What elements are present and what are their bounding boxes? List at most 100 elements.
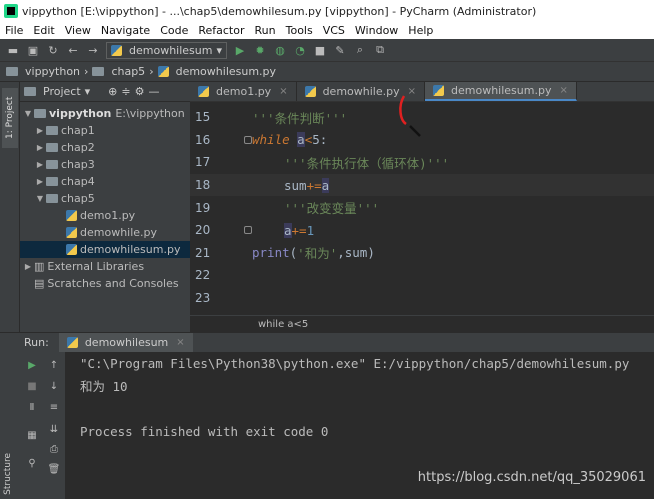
menu-navigate[interactable]: Navigate (96, 24, 155, 37)
python-file-icon (66, 210, 77, 221)
tree-folder-chap3[interactable]: ▶ chap3 (20, 156, 190, 173)
run-config-label: demowhilesum (129, 43, 213, 57)
code-line[interactable]: 20 a += 1 (190, 219, 654, 242)
code-line[interactable]: 21 print('和为' ,sum) (190, 242, 654, 265)
python-file-icon (66, 244, 77, 255)
python-file-icon (111, 44, 122, 56)
back-icon[interactable]: ← (66, 43, 80, 57)
sync-icon[interactable]: ↻ (46, 43, 60, 57)
tree-external-label: External Libraries (47, 260, 145, 273)
save-icon[interactable]: ▣ (26, 43, 40, 57)
tree-folder-chap4[interactable]: ▶ chap4 (20, 173, 190, 190)
pause-icon[interactable]: Ⅱ (25, 400, 39, 414)
print-icon[interactable]: ⎙ (47, 442, 61, 456)
tree-file-demowhilesum[interactable]: demowhilesum.py (20, 241, 190, 258)
nav-project[interactable]: vippython (25, 65, 80, 78)
soft-wrap-icon[interactable]: ≡ (47, 400, 61, 414)
python-file-icon (66, 227, 77, 238)
forward-icon[interactable]: → (86, 43, 100, 57)
tree-file-label: demowhilesum.py (80, 243, 181, 256)
open-folder-icon[interactable]: ▬ (6, 43, 20, 57)
tree-folder-chap2[interactable]: ▶ chap2 (20, 139, 190, 156)
scroll-to-end-icon[interactable]: ⇊ (47, 422, 61, 436)
tree-folder-chap5[interactable]: ▼ chap5 (20, 190, 190, 207)
run-tab[interactable]: demowhilesum × (58, 332, 193, 353)
nav-file[interactable]: demowhilesum.py (176, 65, 276, 78)
chevron-right-icon[interactable]: ▶ (34, 177, 46, 186)
tree-scratches[interactable]: ▤ Scratches and Consoles (20, 275, 190, 292)
menu-run[interactable]: Run (250, 24, 281, 37)
menu-edit[interactable]: Edit (28, 24, 59, 37)
menu-code[interactable]: Code (155, 24, 193, 37)
menu-file[interactable]: File (0, 24, 28, 37)
chevron-down-icon[interactable]: ▼ (22, 109, 34, 118)
chevron-right-icon: › (84, 65, 89, 78)
tree-folder-label: chap5 (61, 192, 95, 205)
line-number: 19 (195, 200, 211, 215)
menu-tools[interactable]: Tools (281, 24, 318, 37)
code-line-current[interactable]: 18 sum += a (190, 173, 654, 197)
rerun-icon[interactable]: ▶ (25, 358, 39, 372)
tree-file-demowhile[interactable]: demowhile.py (20, 224, 190, 241)
menu-refactor[interactable]: Refactor (193, 24, 249, 37)
profile-icon[interactable]: ◔ (293, 43, 307, 57)
tree-folder-chap1[interactable]: ▶ chap1 (20, 122, 190, 139)
stop-icon[interactable]: ■ (25, 379, 39, 393)
project-view-select[interactable]: Project (43, 85, 81, 98)
fold-icon[interactable] (244, 226, 252, 235)
gear-icon[interactable]: ⚙ (135, 85, 145, 98)
code-breadcrumb[interactable]: while a<5 (190, 315, 654, 332)
chevron-down-icon[interactable]: ▾ (85, 85, 91, 98)
menu-vcs[interactable]: VCS (318, 24, 350, 37)
tree-root[interactable]: ▼ vippython E:\vippython (20, 105, 190, 122)
run-side-strip: Structure (0, 352, 20, 499)
chevron-right-icon[interactable]: ▶ (22, 262, 34, 271)
pin-icon[interactable]: ⚲ (25, 456, 39, 470)
tree-root-label: vippython (49, 107, 112, 120)
debug-icon[interactable]: ✹ (253, 43, 267, 57)
stop-icon[interactable]: ■ (313, 43, 327, 57)
plugin-icon[interactable]: ⧉ (373, 43, 387, 57)
coverage-icon[interactable]: ◍ (273, 43, 287, 57)
chevron-right-icon[interactable]: ▶ (34, 126, 46, 135)
collapse-icon[interactable]: ≑ (121, 85, 130, 98)
tree-file-demo1[interactable]: demo1.py (20, 207, 190, 224)
chevron-right-icon[interactable]: ▶ (34, 143, 46, 152)
search-icon[interactable]: ⌕ (353, 43, 367, 57)
close-icon[interactable]: × (176, 337, 184, 348)
tree-external-libraries[interactable]: ▶ ▥ External Libraries (20, 258, 190, 275)
menu-bar: File Edit View Navigate Code Refactor Ru… (0, 22, 654, 39)
trash-icon[interactable]: 🗑 (47, 462, 61, 476)
run-config-select[interactable]: demowhilesum ▾ (106, 41, 227, 59)
tab-label: demowhile.py (322, 85, 400, 98)
tab-demowhilesum[interactable]: demowhilesum.py × (425, 82, 577, 101)
target-icon[interactable]: ⊕ (108, 85, 117, 98)
run-icon[interactable]: ▶ (233, 43, 247, 57)
code-breadcrumb-text[interactable]: while a<5 (258, 319, 308, 330)
menu-view[interactable]: View (60, 24, 96, 37)
menu-window[interactable]: Window (350, 24, 403, 37)
close-icon[interactable]: × (279, 86, 287, 97)
layout-icon[interactable]: ▦ (25, 428, 39, 442)
close-icon[interactable]: × (559, 85, 567, 96)
code-line[interactable]: 23 (190, 287, 654, 310)
settings-wrench-icon[interactable]: ✎ (333, 43, 347, 57)
fold-icon[interactable] (244, 135, 252, 144)
scroll-down-icon[interactable]: ↓ (47, 379, 61, 393)
folder-icon (46, 160, 58, 169)
scroll-up-icon[interactable]: ↑ (47, 358, 61, 372)
tab-demo1[interactable]: demo1.py × (190, 82, 297, 101)
line-number: 18 (195, 178, 211, 193)
menu-help[interactable]: Help (403, 24, 438, 37)
code-line[interactable]: 22 (190, 264, 654, 287)
tool-tab-structure[interactable]: Structure (3, 453, 13, 495)
nav-folder[interactable]: chap5 (111, 65, 145, 78)
code-line[interactable]: 17 '''条件执行体（循环体)''' (190, 151, 654, 174)
code-var: a (297, 132, 305, 148)
code-editor[interactable]: demo1.py × demowhile.py × demowhilesum.py ×… (190, 82, 654, 332)
chevron-down-icon[interactable]: ▼ (34, 194, 46, 203)
chevron-right-icon[interactable]: ▶ (34, 160, 46, 169)
minimize-icon[interactable]: — (148, 85, 159, 98)
code-line[interactable]: 19 '''改变变量''' (190, 196, 654, 219)
tool-tab-project[interactable]: 1: Project (2, 88, 18, 148)
